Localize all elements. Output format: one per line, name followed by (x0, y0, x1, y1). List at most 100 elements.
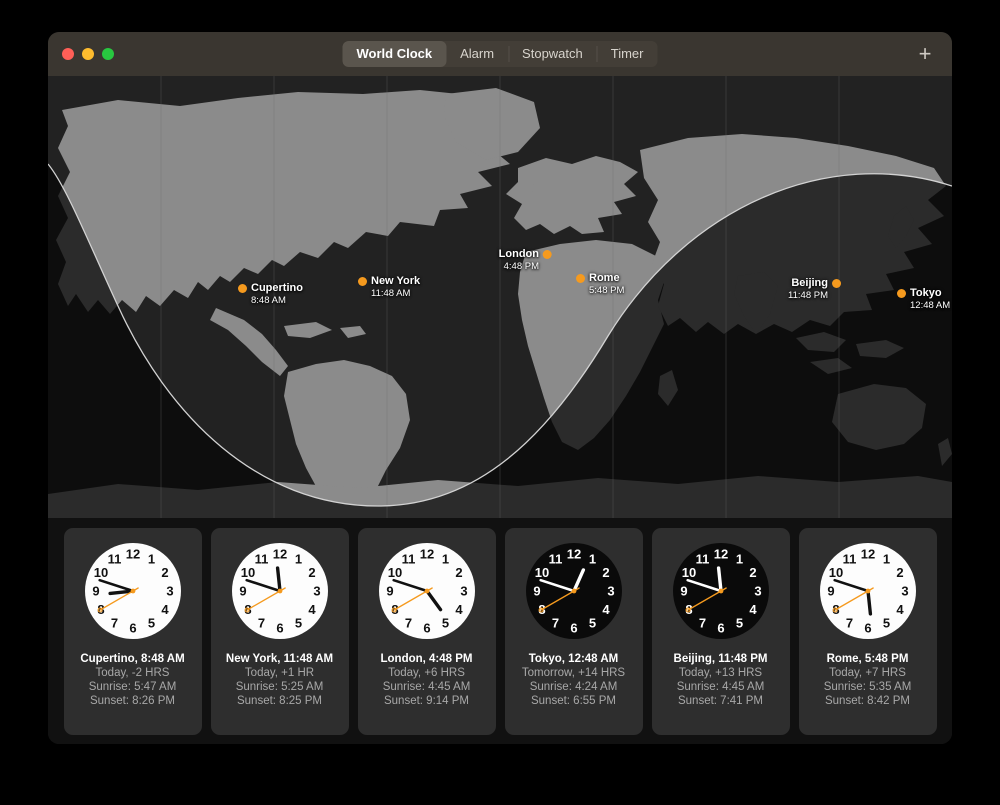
clock-numeral-12: 12 (713, 546, 727, 561)
clock-card-title: New York, 11:48 AM (226, 653, 333, 665)
clock-numeral-3: 3 (166, 583, 173, 598)
clock-numeral-6: 6 (717, 620, 724, 635)
clock-card-offset: Tomorrow, +14 HRS (522, 667, 625, 679)
clock-numeral-12: 12 (125, 546, 139, 561)
clock-card-sunrise: Sunrise: 5:35 AM (824, 681, 912, 693)
clock-card-beijing[interactable]: 123456789101112Beijing, 11:48 PMToday, +… (652, 528, 790, 735)
clock-numeral-1: 1 (882, 551, 889, 566)
tab-world-clock-label: World Clock (356, 46, 432, 61)
clock-face: 123456789101112 (377, 541, 477, 641)
clock-numeral-6: 6 (864, 620, 871, 635)
clock-numeral-5: 5 (294, 615, 301, 630)
tab-alarm[interactable]: Alarm (446, 41, 508, 67)
clock-numeral-11: 11 (548, 551, 562, 566)
clock-numeral-7: 7 (845, 615, 852, 630)
clock-numeral-1: 1 (588, 551, 595, 566)
clock-numeral-3: 3 (901, 583, 908, 598)
clock-center-hub (718, 588, 723, 593)
tab-stopwatch[interactable]: Stopwatch (508, 41, 597, 67)
clock-numeral-3: 3 (754, 583, 761, 598)
clock-numeral-11: 11 (107, 551, 121, 566)
maximize-window-button[interactable] (102, 48, 114, 60)
clock-numeral-6: 6 (129, 620, 136, 635)
clock-face: 123456789101112 (671, 541, 771, 641)
clock-numeral-9: 9 (92, 583, 99, 598)
clock-card-title: Tokyo, 12:48 AM (529, 653, 618, 665)
clock-card-title: London, 4:48 PM (381, 653, 473, 665)
clock-card-sunset: Sunset: 6:55 PM (531, 695, 616, 707)
clock-numeral-9: 9 (533, 583, 540, 598)
clock-card-sunset: Sunset: 7:41 PM (678, 695, 763, 707)
clock-numeral-1: 1 (294, 551, 301, 566)
clock-numeral-7: 7 (698, 615, 705, 630)
clock-numeral-11: 11 (695, 551, 709, 566)
tab-timer[interactable]: Timer (597, 41, 658, 67)
clock-numeral-10: 10 (828, 565, 842, 580)
clock-card-sunset: Sunset: 8:42 PM (825, 695, 910, 707)
clock-card-sunrise: Sunrise: 4:45 AM (677, 681, 765, 693)
clock-card-new-york[interactable]: 123456789101112New York, 11:48 AMToday, … (211, 528, 349, 735)
clock-numeral-10: 10 (93, 565, 107, 580)
clock-numeral-4: 4 (749, 602, 757, 617)
clock-center-hub (424, 588, 429, 593)
clock-numeral-5: 5 (735, 615, 742, 630)
clock-window: World Clock Alarm Stopwatch Timer + (48, 32, 952, 744)
world-map[interactable]: Cupertino8:48 AMNew York11:48 AMLondon4:… (48, 76, 952, 518)
clock-card-cupertino[interactable]: 123456789101112Cupertino, 8:48 AMToday, … (64, 528, 202, 735)
clock-numeral-4: 4 (602, 602, 610, 617)
world-map-svg (48, 76, 952, 518)
clock-numeral-1: 1 (147, 551, 154, 566)
clock-card-sunrise: Sunrise: 5:47 AM (89, 681, 177, 693)
clock-numeral-12: 12 (272, 546, 286, 561)
clock-center-hub (277, 588, 282, 593)
clock-card-tokyo[interactable]: 123456789101112Tokyo, 12:48 AMTomorrow, … (505, 528, 643, 735)
clock-numeral-7: 7 (551, 615, 558, 630)
clock-numeral-5: 5 (882, 615, 889, 630)
clock-hour-hand (718, 568, 720, 591)
clock-card-strip: 123456789101112Cupertino, 8:48 AMToday, … (48, 518, 952, 744)
clock-numeral-7: 7 (110, 615, 117, 630)
clock-card-sunrise: Sunrise: 5:25 AM (236, 681, 324, 693)
clock-numeral-3: 3 (607, 583, 614, 598)
clock-center-hub (130, 588, 135, 593)
tab-alarm-label: Alarm (460, 46, 494, 61)
clock-card-rome[interactable]: 123456789101112Rome, 5:48 PMToday, +7 HR… (799, 528, 937, 735)
clock-card-offset: Today, +1 HR (245, 667, 314, 679)
clock-numeral-6: 6 (276, 620, 283, 635)
clock-numeral-3: 3 (313, 583, 320, 598)
mode-tab-bar: World Clock Alarm Stopwatch Timer (342, 41, 657, 67)
close-window-button[interactable] (62, 48, 74, 60)
clock-card-title: Beijing, 11:48 PM (674, 653, 768, 665)
clock-numeral-12: 12 (860, 546, 874, 561)
clock-numeral-4: 4 (455, 602, 463, 617)
clock-card-london[interactable]: 123456789101112 London, 4:48 PM Today, +6 … (358, 528, 496, 735)
clock-card-offset: Today, +7 HRS (829, 667, 906, 679)
clock-card-offset: Today, +13 HRS (679, 667, 762, 679)
clock-numeral-10: 10 (240, 565, 254, 580)
minimize-window-button[interactable] (82, 48, 94, 60)
clock-numeral-12: 12 (566, 546, 580, 561)
clock-numeral-10: 10 (681, 565, 695, 580)
clock-numeral-9: 9 (386, 583, 393, 598)
clock-card-offset: Today, +6 HRS (388, 667, 465, 679)
tab-timer-label: Timer (611, 46, 644, 61)
clock-numeral-4: 4 (161, 602, 169, 617)
clock-numeral-5: 5 (147, 615, 154, 630)
clock-numeral-9: 9 (680, 583, 687, 598)
clock-numeral-1: 1 (735, 551, 742, 566)
tab-world-clock[interactable]: World Clock (342, 41, 446, 67)
tab-stopwatch-label: Stopwatch (522, 46, 583, 61)
plus-icon: + (919, 43, 932, 65)
clock-card-offset: Today, -2 HRS (96, 667, 170, 679)
clock-numeral-5: 5 (588, 615, 595, 630)
clock-numeral-6: 6 (423, 620, 430, 635)
clock-numeral-9: 9 (239, 583, 246, 598)
clock-numeral-4: 4 (896, 602, 904, 617)
clock-face: 123456789101112 (524, 541, 624, 641)
clock-numeral-2: 2 (602, 565, 609, 580)
clock-numeral-2: 2 (161, 565, 168, 580)
clock-center-hub (865, 588, 870, 593)
add-clock-button[interactable]: + (914, 43, 936, 65)
clock-numeral-5: 5 (441, 615, 448, 630)
clock-numeral-2: 2 (749, 565, 756, 580)
